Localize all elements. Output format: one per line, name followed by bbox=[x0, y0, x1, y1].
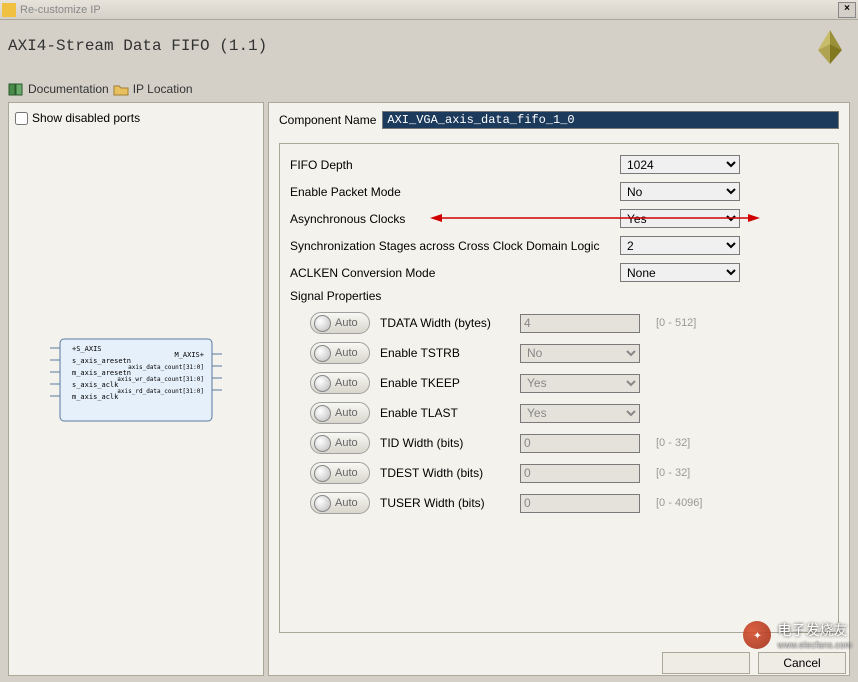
sync-stages-select[interactable]: 2 bbox=[620, 236, 740, 255]
links-row: Documentation IP Location bbox=[8, 82, 850, 96]
tkeep-select[interactable]: Yes bbox=[520, 374, 640, 393]
tid-auto-button[interactable]: Auto bbox=[310, 432, 370, 454]
show-disabled-ports-input[interactable] bbox=[15, 112, 28, 125]
component-name-label: Component Name bbox=[279, 113, 376, 127]
tid-label: TID Width (bits) bbox=[380, 436, 520, 450]
tdata-hint: [0 - 512] bbox=[656, 317, 696, 329]
inner-config-panel: FIFO Depth 1024 Enable Packet Mode No As… bbox=[279, 143, 839, 633]
tkeep-row: Auto Enable TKEEP Yes bbox=[290, 371, 828, 395]
tlast-auto-button[interactable]: Auto bbox=[310, 402, 370, 424]
tid-width-row: Auto TID Width (bits) [0 - 32] bbox=[290, 431, 828, 455]
tlast-row: Auto Enable TLAST Yes bbox=[290, 401, 828, 425]
packet-mode-select[interactable]: No bbox=[620, 182, 740, 201]
tdata-auto-button[interactable]: Auto bbox=[310, 312, 370, 334]
cancel-button[interactable]: Cancel bbox=[758, 652, 846, 674]
aclken-mode-row: ACLKEN Conversion Mode None bbox=[290, 262, 828, 283]
documentation-label: Documentation bbox=[28, 82, 109, 96]
vendor-logo-icon bbox=[810, 26, 850, 66]
content-area: AXI4-Stream Data FIFO (1.1) Documentatio… bbox=[0, 20, 858, 682]
tuser-hint: [0 - 4096] bbox=[656, 497, 702, 509]
component-name-input[interactable] bbox=[382, 111, 839, 129]
async-clocks-label: Asynchronous Clocks bbox=[290, 212, 620, 226]
ok-button[interactable] bbox=[662, 652, 750, 674]
svg-text:axis_data_count[31:0]: axis_data_count[31:0] bbox=[128, 364, 204, 371]
packet-mode-row: Enable Packet Mode No bbox=[290, 181, 828, 202]
tstrb-auto-button[interactable]: Auto bbox=[310, 342, 370, 364]
tdata-label: TDATA Width (bytes) bbox=[380, 316, 520, 330]
tdest-label: TDEST Width (bits) bbox=[380, 466, 520, 480]
tid-hint: [0 - 32] bbox=[656, 437, 690, 449]
show-disabled-ports-checkbox[interactable]: Show disabled ports bbox=[15, 111, 257, 125]
tkeep-auto-button[interactable]: Auto bbox=[310, 372, 370, 394]
tdata-width-row: Auto TDATA Width (bytes) [0 - 512] bbox=[290, 311, 828, 335]
tdest-hint: [0 - 32] bbox=[656, 467, 690, 479]
tdest-auto-button[interactable]: Auto bbox=[310, 462, 370, 484]
tstrb-select[interactable]: No bbox=[520, 344, 640, 363]
show-disabled-ports-label: Show disabled ports bbox=[32, 111, 140, 125]
tuser-input[interactable] bbox=[520, 494, 640, 513]
packet-mode-label: Enable Packet Mode bbox=[290, 185, 620, 199]
block-diagram: +S_AXIS s_axis_aresetn m_axis_aresetn s_… bbox=[46, 335, 226, 425]
sync-stages-row: Synchronization Stages across Cross Cloc… bbox=[290, 235, 828, 256]
tuser-label: TUSER Width (bits) bbox=[380, 496, 520, 510]
fifo-depth-row: FIFO Depth 1024 bbox=[290, 154, 828, 175]
svg-text:m_axis_aclk: m_axis_aclk bbox=[72, 393, 119, 401]
async-clocks-row: Asynchronous Clocks Yes bbox=[290, 208, 828, 229]
sync-stages-label: Synchronization Stages across Cross Cloc… bbox=[290, 239, 620, 253]
signal-properties-label: Signal Properties bbox=[290, 289, 828, 303]
ip-location-link[interactable]: IP Location bbox=[113, 82, 193, 96]
svg-text:M_AXIS+: M_AXIS+ bbox=[174, 351, 204, 359]
tlast-label: Enable TLAST bbox=[380, 406, 520, 420]
window-icon bbox=[2, 3, 16, 17]
main-row: Show disabled ports +S_AXIS s_axis_arese… bbox=[8, 102, 850, 676]
left-panel: Show disabled ports +S_AXIS s_axis_arese… bbox=[8, 102, 264, 676]
component-name-row: Component Name bbox=[279, 111, 839, 129]
tlast-select[interactable]: Yes bbox=[520, 404, 640, 423]
aclken-mode-label: ACLKEN Conversion Mode bbox=[290, 266, 620, 280]
tdest-width-row: Auto TDEST Width (bits) [0 - 32] bbox=[290, 461, 828, 485]
header-row: AXI4-Stream Data FIFO (1.1) bbox=[8, 26, 850, 66]
svg-text:axis_wr_data_count[31:0]: axis_wr_data_count[31:0] bbox=[117, 376, 204, 383]
dialog-button-row: Cancel bbox=[662, 652, 846, 674]
async-clocks-select[interactable]: Yes bbox=[620, 209, 740, 228]
window-title: Re-customize IP bbox=[20, 4, 838, 16]
svg-text:s_axis_aclk: s_axis_aclk bbox=[72, 381, 119, 389]
documentation-link[interactable]: Documentation bbox=[8, 82, 109, 96]
fifo-depth-label: FIFO Depth bbox=[290, 158, 620, 172]
fifo-depth-select[interactable]: 1024 bbox=[620, 155, 740, 174]
tuser-width-row: Auto TUSER Width (bits) [0 - 4096] bbox=[290, 491, 828, 515]
aclken-mode-select[interactable]: None bbox=[620, 263, 740, 282]
svg-text:+S_AXIS: +S_AXIS bbox=[72, 345, 102, 353]
ip-title: AXI4-Stream Data FIFO (1.1) bbox=[8, 37, 810, 55]
tid-input[interactable] bbox=[520, 434, 640, 453]
tdest-input[interactable] bbox=[520, 464, 640, 483]
tstrb-label: Enable TSTRB bbox=[380, 346, 520, 360]
tkeep-label: Enable TKEEP bbox=[380, 376, 520, 390]
right-panel: Component Name FIFO Depth 1024 Enable bbox=[268, 102, 850, 676]
tdata-input[interactable] bbox=[520, 314, 640, 333]
tstrb-row: Auto Enable TSTRB No bbox=[290, 341, 828, 365]
ip-location-label: IP Location bbox=[133, 82, 193, 96]
titlebar: Re-customize IP × bbox=[0, 0, 858, 20]
tuser-auto-button[interactable]: Auto bbox=[310, 492, 370, 514]
svg-text:s_axis_aresetn: s_axis_aresetn bbox=[72, 357, 131, 365]
close-button[interactable]: × bbox=[838, 2, 856, 18]
svg-text:axis_rd_data_count[31:0]: axis_rd_data_count[31:0] bbox=[117, 388, 204, 395]
folder-icon bbox=[113, 83, 129, 96]
book-icon bbox=[8, 83, 24, 96]
